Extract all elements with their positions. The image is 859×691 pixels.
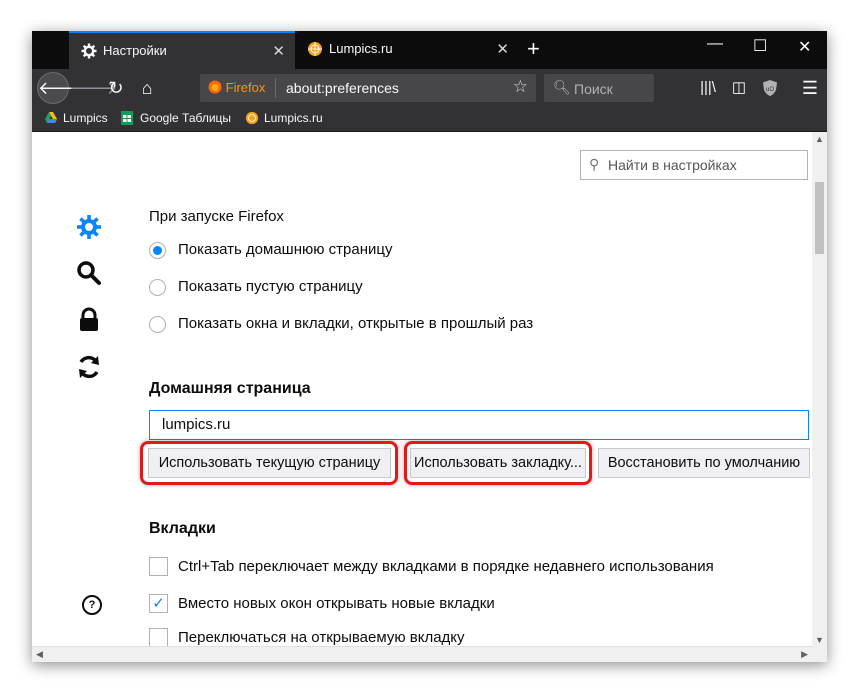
radio-show-home[interactable]	[149, 242, 166, 259]
radio-restore-session[interactable]	[149, 316, 166, 333]
firefox-window: Настройки ✕ Lumpics.ru ✕ + — ☐ ✕ 🡐 🡒 ↻ ⌂…	[32, 31, 827, 662]
radio-label[interactable]: Показать окна и вкладки, открытые в прош…	[178, 315, 533, 332]
scroll-down-arrow-icon[interactable]: ▼	[815, 635, 824, 645]
close-tab-icon[interactable]: ✕	[272, 42, 285, 60]
bookmark-item[interactable]: Google Таблицы	[121, 111, 231, 125]
search-placeholder: Поиск	[574, 81, 613, 97]
startup-heading: При запуске Firefox	[149, 208, 284, 225]
google-sheets-icon	[121, 111, 135, 125]
horizontal-scrollbar[interactable]: ◀ ▶	[32, 646, 812, 662]
google-drive-icon	[44, 111, 58, 125]
new-tab-button[interactable]: +	[527, 37, 540, 61]
checkbox-label[interactable]: Вместо новых окон открывать новые вкладк…	[178, 595, 495, 612]
homepage-url-input[interactable]: lumpics.ru	[149, 410, 809, 440]
firefox-icon	[208, 80, 222, 94]
use-current-page-button[interactable]: Использовать текущую страницу	[148, 448, 391, 478]
search-icon: 🔍︎	[553, 79, 571, 95]
radio-label[interactable]: Показать пустую страницу	[178, 278, 363, 295]
radio-label[interactable]: Показать домашнюю страницу	[178, 241, 392, 258]
search-icon: ⚲	[589, 156, 600, 172]
home-button[interactable]: ⌂	[133, 74, 161, 102]
bookmarks-bar: Lumpics Google Таблицы Lumpics.ru	[32, 107, 827, 132]
nav-bar: 🡐 🡒 ↻ ⌂ Firefox about:preferences ☆ 🔍︎ П…	[32, 69, 827, 107]
homepage-url-value[interactable]: lumpics.ru	[162, 416, 230, 433]
url-bar[interactable]: Firefox about:preferences ☆	[200, 74, 536, 102]
tab-lumpics[interactable]: Lumpics.ru ✕	[295, 31, 519, 69]
bookmark-item[interactable]: Lumpics.ru	[245, 111, 323, 125]
orange-favicon	[245, 111, 259, 125]
vertical-scrollbar[interactable]: ▲ ▼	[812, 132, 827, 662]
identity-label: Firefox	[225, 80, 266, 95]
scroll-thumb[interactable]	[815, 182, 824, 254]
bookmark-label: Google Таблицы	[140, 111, 232, 125]
forward-button[interactable]: 🡒	[69, 74, 117, 102]
library-icon[interactable]: |||\	[694, 74, 722, 102]
checkbox-ctrl-tab[interactable]	[149, 557, 168, 576]
tab-label: Настройки	[103, 43, 167, 58]
scroll-up-arrow-icon[interactable]: ▲	[815, 134, 824, 144]
ublock-icon[interactable]: uO	[756, 74, 784, 102]
checkbox-label[interactable]: Переключаться на открываемую вкладку	[178, 629, 465, 646]
find-placeholder: Найти в настройках	[608, 157, 737, 173]
scroll-right-arrow-icon[interactable]: ▶	[801, 649, 808, 660]
bookmark-item[interactable]: Lumpics	[44, 111, 108, 125]
scroll-left-arrow-icon[interactable]: ◀	[36, 649, 43, 660]
find-in-preferences-input[interactable]: ⚲ Найти в настройках	[580, 150, 808, 180]
menu-icon[interactable]: ☰	[796, 74, 824, 102]
tab-bar: Настройки ✕ Lumpics.ru ✕ + — ☐ ✕	[32, 31, 827, 69]
bookmark-label: Lumpics	[63, 111, 108, 125]
svg-text:uO: uO	[766, 87, 774, 93]
reload-button[interactable]: ↻	[102, 74, 130, 102]
tab-settings[interactable]: Настройки ✕	[69, 31, 295, 69]
url-text[interactable]: about:preferences	[286, 80, 399, 96]
category-sync-icon[interactable]	[76, 354, 106, 384]
gear-icon	[81, 43, 97, 59]
close-window-button[interactable]: ✕	[798, 37, 811, 57]
maximize-button[interactable]: ☐	[753, 36, 767, 56]
tabs-heading: Вкладки	[149, 520, 216, 537]
checkbox-switch-to-tab[interactable]	[149, 628, 168, 647]
tab-label: Lumpics.ru	[329, 41, 393, 56]
use-bookmark-button[interactable]: Использовать закладку...	[410, 448, 586, 478]
checkbox-open-in-tabs[interactable]: ✓	[149, 594, 168, 613]
close-tab-icon[interactable]: ✕	[496, 40, 509, 58]
restore-default-button[interactable]: Восстановить по умолчанию	[598, 448, 810, 478]
checkbox-label[interactable]: Ctrl+Tab переключает между вкладками в п…	[178, 558, 714, 575]
back-button[interactable]: 🡐	[37, 72, 86, 104]
homepage-heading: Домашняя страница	[149, 380, 311, 397]
minimize-button[interactable]: —	[707, 35, 723, 53]
search-bar[interactable]: 🔍︎ Поиск	[544, 74, 654, 102]
radio-show-blank[interactable]	[149, 279, 166, 296]
preferences-content: ⚲ Найти в настройках При запуске Firefox…	[32, 132, 827, 662]
help-icon[interactable]: ?	[82, 595, 102, 615]
bookmark-star-icon[interactable]: ☆	[513, 77, 528, 97]
divider	[275, 78, 276, 98]
category-general-gear-icon[interactable]	[76, 214, 106, 244]
orange-favicon	[307, 41, 323, 57]
category-privacy-lock-icon[interactable]	[76, 307, 106, 337]
identity-box[interactable]: Firefox	[208, 80, 265, 95]
category-search-icon[interactable]	[76, 260, 106, 290]
sidebar-icon[interactable]: ◫	[725, 74, 753, 102]
bookmark-label: Lumpics.ru	[264, 111, 323, 125]
